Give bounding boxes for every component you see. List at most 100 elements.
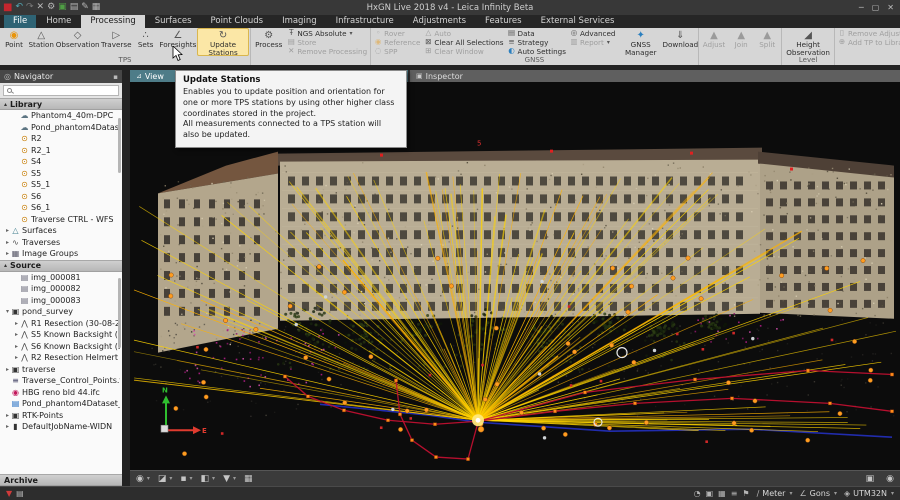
ribbon-tab-home[interactable]: Home: [37, 15, 80, 28]
library-scrollbar[interactable]: [118, 118, 121, 173]
library-section-header[interactable]: ▴ Library: [0, 98, 122, 110]
tab-inspector[interactable]: ▣ Inspector: [410, 70, 900, 82]
navigator-search-input[interactable]: [12, 86, 118, 95]
ribbon-button-spp[interactable]: ◌ SPP: [374, 47, 420, 56]
ribbon-button-remove-processing[interactable]: ✕ Remove Processing: [287, 47, 367, 56]
tree-item-rtk-points[interactable]: ▸ ▣ RTK-Points: [0, 410, 122, 422]
archive-section-header[interactable]: Archive: [0, 474, 122, 486]
ribbon-button-station[interactable]: △ Station: [27, 28, 55, 56]
ribbon-button-split[interactable]: ▲ Split: [754, 28, 780, 56]
delete-icon[interactable]: ✕: [37, 3, 45, 12]
ribbon-button-height-observation[interactable]: ◢ Height Observation: [783, 28, 833, 56]
undo-icon[interactable]: ↶: [15, 3, 23, 12]
clipping-control[interactable]: ◪ ▾: [158, 474, 173, 484]
ribbon-button-gnss-manager[interactable]: ✦ GNSS Manager: [618, 28, 664, 56]
ribbon-button-download[interactable]: ⇓ Download: [662, 28, 698, 56]
ribbon-button-add-tp-to-library[interactable]: ⊕Add TP to Library: [838, 38, 900, 47]
tree-item-pond-phantom4dataset-40m-gcps[interactable]: ▤Pond_phantom4Dataset_40m_GCPs: [0, 398, 122, 410]
source-scrollbar[interactable]: [118, 277, 121, 348]
crs-selector[interactable]: ◈ UTM32N ▾: [844, 489, 894, 498]
tree-item-r1-resection-30-08-2016-09-51[interactable]: ▸⋀R1 Resection (30-08-2016 09:51: [0, 318, 122, 330]
tree-item-img-000083[interactable]: ▤ img_000083: [0, 295, 122, 307]
tree-item-s4[interactable]: ⊙ S4: [0, 156, 122, 168]
tree-item-hbg-reno-bld-44-ifc[interactable]: ◉ HBG reno bld 44.ifc: [0, 387, 122, 399]
ribbon-button-remove-adjustment[interactable]: ▯Remove Adjustment: [838, 29, 900, 38]
ribbon-tab-processing[interactable]: Processing: [81, 15, 145, 28]
panel-splitter[interactable]: [122, 70, 130, 486]
flag-icon[interactable]: ⚑: [742, 489, 749, 498]
render-settings-control[interactable]: ◉ ▾: [136, 474, 150, 484]
ribbon-tab-infrastructure[interactable]: Infrastructure: [327, 15, 403, 28]
panel-pin-icon[interactable]: ▪: [113, 73, 118, 81]
ribbon-button-update-stations[interactable]: ↻ Update Stations: [197, 28, 250, 56]
ribbon-button-auto-settings[interactable]: ◐ Auto Settings: [508, 47, 566, 56]
tree-item-s6-1[interactable]: ⊙ S6_1: [0, 202, 122, 214]
redo-icon[interactable]: ↷: [26, 3, 34, 12]
layers-icon[interactable]: ≡: [731, 489, 738, 498]
ribbon-button-report[interactable]: ▥ Report ▾: [570, 38, 616, 47]
ribbon-button-observation[interactable]: ◇ Observation: [55, 28, 100, 56]
ribbon-button-foresights[interactable]: ∠ Foresights: [159, 28, 197, 56]
focus-extents-icon[interactable]: ▣: [866, 474, 875, 484]
tree-item-img-000081[interactable]: ▤ img_000081: [0, 272, 122, 284]
ribbon-button-sets[interactable]: ∴ Sets: [133, 28, 159, 56]
tree-item-image-groups[interactable]: ▸ ▦ Image Groups: [0, 248, 122, 260]
ribbon-button-clear-window[interactable]: ⊞ Clear Window: [424, 47, 503, 56]
tree-item-r2[interactable]: ⊙ R2: [0, 133, 122, 145]
time-icon[interactable]: ◔: [694, 489, 701, 498]
ribbon-tab-external-services[interactable]: External Services: [532, 15, 624, 28]
tree-item-pond-phantom4dataset-20[interactable]: ☁Pond_phantom4Dataset_20: [0, 122, 122, 134]
ribbon-button-ngs-absolute[interactable]: Ŧ NGS Absolute ▾: [287, 29, 367, 38]
ribbon-button-reference[interactable]: ◉ Reference: [374, 38, 420, 47]
close-button[interactable]: ✕: [887, 3, 894, 12]
ribbon-button-data[interactable]: ▤ Data: [508, 29, 566, 38]
tree-item-s5-1[interactable]: ⊙ S5_1: [0, 179, 122, 191]
tree-item-surfaces[interactable]: ▸ △ Surfaces: [0, 225, 122, 237]
ribbon-tab-imaging[interactable]: Imaging: [273, 15, 326, 28]
ribbon-button-traverse[interactable]: ▷ Traverse: [100, 28, 133, 56]
source-section-header[interactable]: ▴ Source: [0, 259, 122, 272]
tree-item-r2-resection-helmert-30-08-2[interactable]: ▸⋀R2 Resection Helmert (30-08-2(: [0, 352, 122, 364]
ribbon-button-adjust[interactable]: ▲ Adjust: [700, 28, 728, 56]
tree-item-r2-1[interactable]: ⊙ R2_1: [0, 145, 122, 157]
tree-item-defaultjobname-widn[interactable]: ▸ ▮ DefaultJobName-WIDN: [0, 421, 122, 433]
tree-item-pond-survey[interactable]: ▾ ▣ pond_survey: [0, 306, 122, 318]
ribbon-button-store[interactable]: ▤ Store: [287, 38, 367, 47]
tree-item-traverse-ctrl-wfs[interactable]: ⊙ Traverse CTRL - WFS: [0, 214, 122, 226]
ribbon-button-rover[interactable]: ◦ Rover: [374, 29, 420, 38]
ribbon-button-auto[interactable]: △ Auto: [424, 29, 503, 38]
filter-control[interactable]: ▼ ▾: [223, 474, 236, 484]
tree-item-traverse[interactable]: ▸ ▣ traverse: [0, 364, 122, 376]
minimize-button[interactable]: ─: [859, 3, 864, 12]
tree-item-traverse-control-points-txt[interactable]: ≡ Traverse_Control_Points.txt: [0, 375, 122, 387]
shading-control[interactable]: ◧ ▾: [201, 474, 216, 484]
tree-item-s6-known-backsight-30-08-201[interactable]: ▸⋀S6 Known Backsight (30-08-201: [0, 341, 122, 353]
app-logo-icon[interactable]: ■: [3, 3, 12, 13]
camera-icon[interactable]: ▤: [70, 3, 79, 12]
ribbon-button-strategy[interactable]: ≡ Strategy: [508, 38, 566, 47]
tree-item-s5[interactable]: ⊙ S5: [0, 168, 122, 180]
distance-unit-selector[interactable]: ∕ Meter ▾: [757, 489, 793, 498]
tree-item-img-000082[interactable]: ▤ img_000082: [0, 283, 122, 295]
ribbon-button-advanced[interactable]: ◎ Advanced: [570, 29, 616, 38]
ribbon-button-clear-all-selections[interactable]: ⊠ Clear All Selections: [424, 38, 503, 47]
ribbon-tab-point-clouds[interactable]: Point Clouds: [202, 15, 273, 28]
pixel-grid-control[interactable]: ▦: [244, 474, 253, 484]
settings-icon[interactable]: ⚙: [47, 3, 55, 12]
ribbon-button-join[interactable]: ▲ Join: [728, 28, 754, 56]
tree-item-traverses[interactable]: ▸ ∿ Traverses: [0, 237, 122, 249]
tree-item-s6[interactable]: ⊙ S6: [0, 191, 122, 203]
maximize-button[interactable]: ▢: [872, 3, 880, 12]
ribbon-tab-surfaces[interactable]: Surfaces: [146, 15, 201, 28]
ribbon-tab-adjustments[interactable]: Adjustments: [404, 15, 475, 28]
ribbon-button-process[interactable]: ⚙ Process: [252, 28, 285, 56]
angle-unit-selector[interactable]: ∠ Gons ▾: [799, 489, 837, 498]
ribbon-tab-features[interactable]: Features: [476, 15, 531, 28]
ribbon-button-point[interactable]: ◉ Point: [1, 28, 27, 56]
table-icon[interactable]: ▦: [718, 489, 726, 498]
globe-icon[interactable]: ◉: [886, 474, 894, 484]
point-size-control[interactable]: ▪ ▾: [180, 474, 192, 484]
tree-item-phantom4-40m-dpc[interactable]: ☁ Phantom4_40m-DPC: [0, 110, 122, 122]
pin-icon[interactable]: ✎: [81, 3, 89, 12]
zoom-doc-icon[interactable]: ▣: [706, 489, 714, 498]
